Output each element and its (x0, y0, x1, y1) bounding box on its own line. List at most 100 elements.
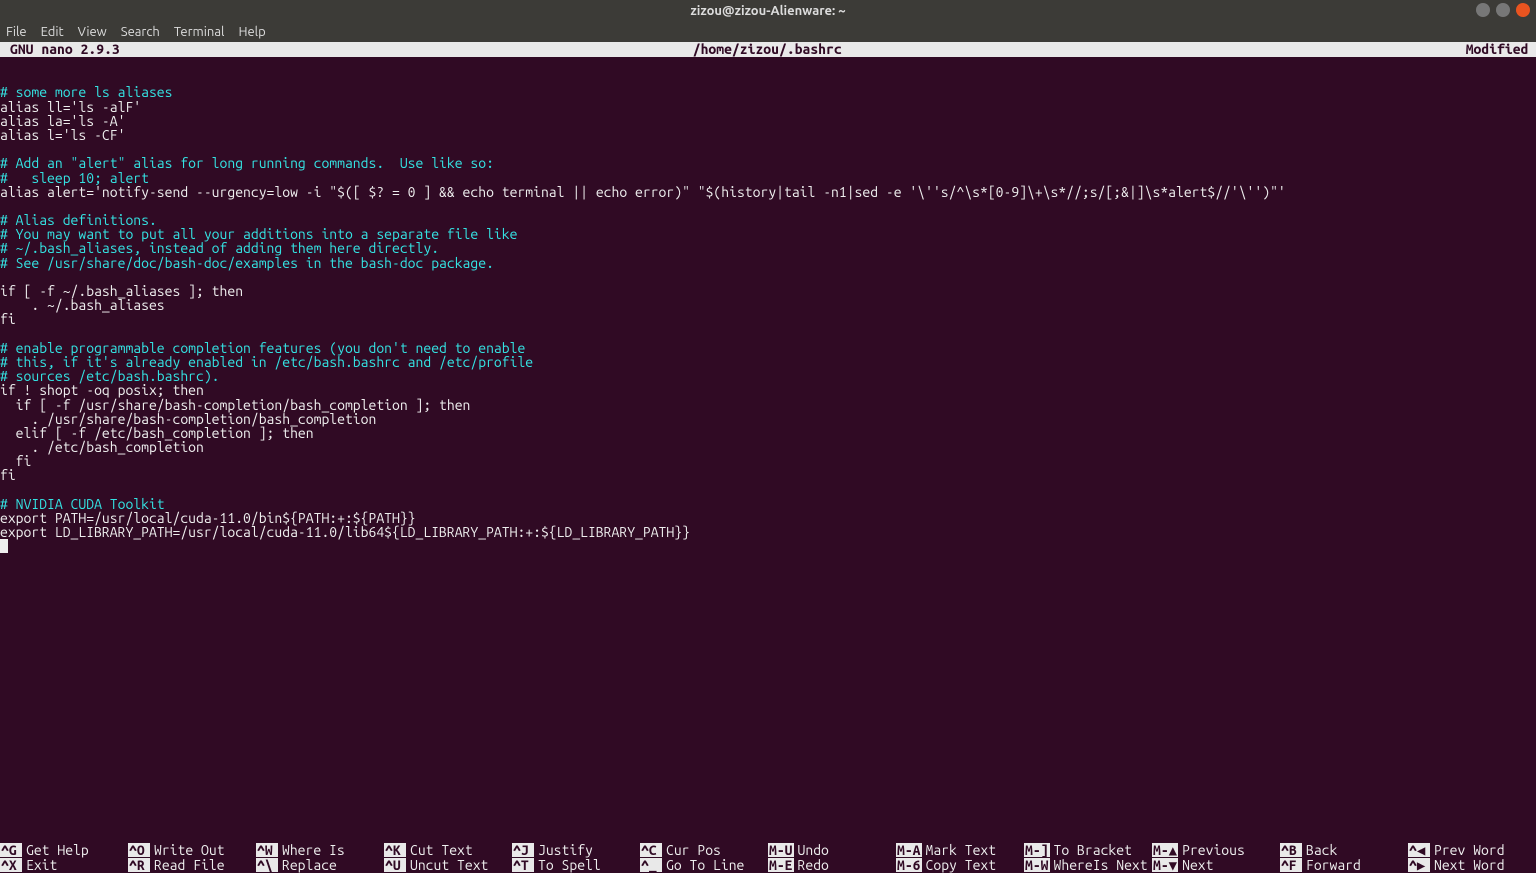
help-key: M-U (768, 843, 794, 857)
close-icon[interactable] (1516, 3, 1530, 17)
help-key: ^\ (256, 858, 278, 872)
menu-edit[interactable]: Edit (41, 22, 64, 42)
editor-line (0, 199, 1536, 213)
help-label: Previous (1182, 843, 1245, 857)
menu-help[interactable]: Help (238, 22, 265, 42)
editor-line: # enable programmable completion feature… (0, 341, 1536, 355)
help-label: Prev Word (1434, 843, 1505, 857)
editor-line: alias la='ls -A' (0, 114, 1536, 128)
help-key: ^G (0, 843, 22, 857)
menu-terminal[interactable]: Terminal (174, 22, 225, 42)
help-key: M-W (1024, 858, 1050, 872)
help-label: Exit (26, 858, 57, 872)
help-item: ^CCur Pos (640, 842, 768, 857)
help-label: Justify (538, 843, 593, 857)
help-key: ^◀ (1408, 843, 1430, 857)
help-key: ^O (128, 843, 150, 857)
help-item: M-ERedo (768, 857, 896, 872)
editor-line: fi (0, 468, 1536, 482)
editor-line: . /usr/share/bash-completion/bash_comple… (0, 412, 1536, 426)
nano-app-name: GNU nano 2.9.3 (0, 42, 511, 57)
help-item: ^G Get Help (0, 842, 128, 857)
editor-line (0, 142, 1536, 156)
help-item: ^JJustify (512, 842, 640, 857)
help-item: ^▶Next Word (1408, 857, 1536, 872)
editor-line: . /etc/bash_completion (0, 440, 1536, 454)
help-label: Get Help (26, 843, 89, 857)
editor-line: # Add an "alert" alias for long running … (0, 156, 1536, 170)
help-label: Read File (154, 858, 225, 872)
help-item: ^KCut Text (384, 842, 512, 857)
help-key: ^R (128, 858, 150, 872)
nano-header: GNU nano 2.9.3 /home/zizou/.bashrc Modif… (0, 42, 1536, 57)
help-key: ^T (512, 858, 534, 872)
help-item: M-▲ Previous (1152, 842, 1280, 857)
help-label: WhereIs Next (1054, 858, 1148, 872)
help-item: ^W Where Is (256, 842, 384, 857)
cursor-line (0, 539, 1536, 553)
menu-view[interactable]: View (78, 22, 107, 42)
help-key: ^W (256, 843, 278, 857)
help-item: ^\ Replace (256, 857, 384, 872)
maximize-icon[interactable] (1496, 3, 1510, 17)
nano-status: Modified (1023, 42, 1534, 57)
editor-line: fi (0, 312, 1536, 326)
editor-line: alias alert='notify-send --urgency=low -… (0, 185, 1536, 199)
help-key: ^F (1280, 858, 1302, 872)
help-key: ^B (1280, 843, 1302, 857)
editor-line: # You may want to put all your additions… (0, 227, 1536, 241)
help-label: Uncut Text (410, 858, 488, 872)
help-label: Where Is (282, 843, 345, 857)
help-key: M-6 (896, 858, 922, 872)
editor-line (0, 71, 1536, 85)
help-label: Replace (282, 858, 337, 872)
editor-line: export LD_LIBRARY_PATH=/usr/local/cuda-1… (0, 525, 1536, 539)
help-key: M-▲ (1152, 843, 1178, 857)
editor-line: # sleep 10; alert (0, 171, 1536, 185)
help-label: Next (1182, 858, 1213, 872)
editor-line: # this, if it's already enabled in /etc/… (0, 355, 1536, 369)
nano-help-bar: ^G Get Help ^O Write Out ^W Where Is ^KCut Tex… (0, 842, 1536, 872)
window-titlebar: zizou@zizou-Alienware: ~ (0, 0, 1536, 22)
help-label: Cur Pos (666, 843, 721, 857)
help-key: ^▶ (1408, 858, 1430, 872)
editor-line: # See /usr/share/doc/bash-doc/examples i… (0, 256, 1536, 270)
help-label: Go To Line (666, 858, 744, 872)
window-title: zizou@zizou-Alienware: ~ (690, 4, 845, 18)
editor-line (0, 327, 1536, 341)
help-item: M-A Mark Text (896, 842, 1024, 857)
editor-line: alias ll='ls -alF' (0, 100, 1536, 114)
editor-line: if [ -f /usr/share/bash-completion/bash_… (0, 398, 1536, 412)
help-item: ^X Exit (0, 857, 128, 872)
menubar: File Edit View Search Terminal Help (0, 22, 1536, 42)
editor-line: elif [ -f /etc/bash_completion ]; then (0, 426, 1536, 440)
help-key: ^X (0, 858, 22, 872)
menu-search[interactable]: Search (121, 22, 160, 42)
help-item: M-]To Bracket (1024, 842, 1152, 857)
help-item: M-6 Copy Text (896, 857, 1024, 872)
help-label: Mark Text (926, 843, 997, 857)
text-cursor (0, 539, 8, 553)
help-label: Copy Text (926, 858, 997, 872)
help-key: ^K (384, 843, 406, 857)
minimize-icon[interactable] (1476, 3, 1490, 17)
editor-line (0, 483, 1536, 497)
help-key: M-A (896, 843, 922, 857)
help-item: ^O Write Out (128, 842, 256, 857)
help-item: ^TTo Spell (512, 857, 640, 872)
editor-line (0, 270, 1536, 284)
editor-line: if ! shopt -oq posix; then (0, 383, 1536, 397)
help-key: ^_ (640, 858, 662, 872)
editor-area[interactable]: # some more ls aliasesalias ll='ls -alF'… (0, 57, 1536, 554)
help-item: M-▼Next (1152, 857, 1280, 872)
help-key: M-] (1024, 843, 1050, 857)
help-key: ^U (384, 858, 406, 872)
help-label: Write Out (154, 843, 225, 857)
menu-file[interactable]: File (6, 22, 27, 42)
editor-line: if [ -f ~/.bash_aliases ]; then (0, 284, 1536, 298)
editor-line: # sources /etc/bash.bashrc). (0, 369, 1536, 383)
help-label: Undo (798, 843, 829, 857)
help-key: M-E (768, 858, 794, 872)
editor-line: export PATH=/usr/local/cuda-11.0/bin${PA… (0, 511, 1536, 525)
editor-line: # Alias definitions. (0, 213, 1536, 227)
